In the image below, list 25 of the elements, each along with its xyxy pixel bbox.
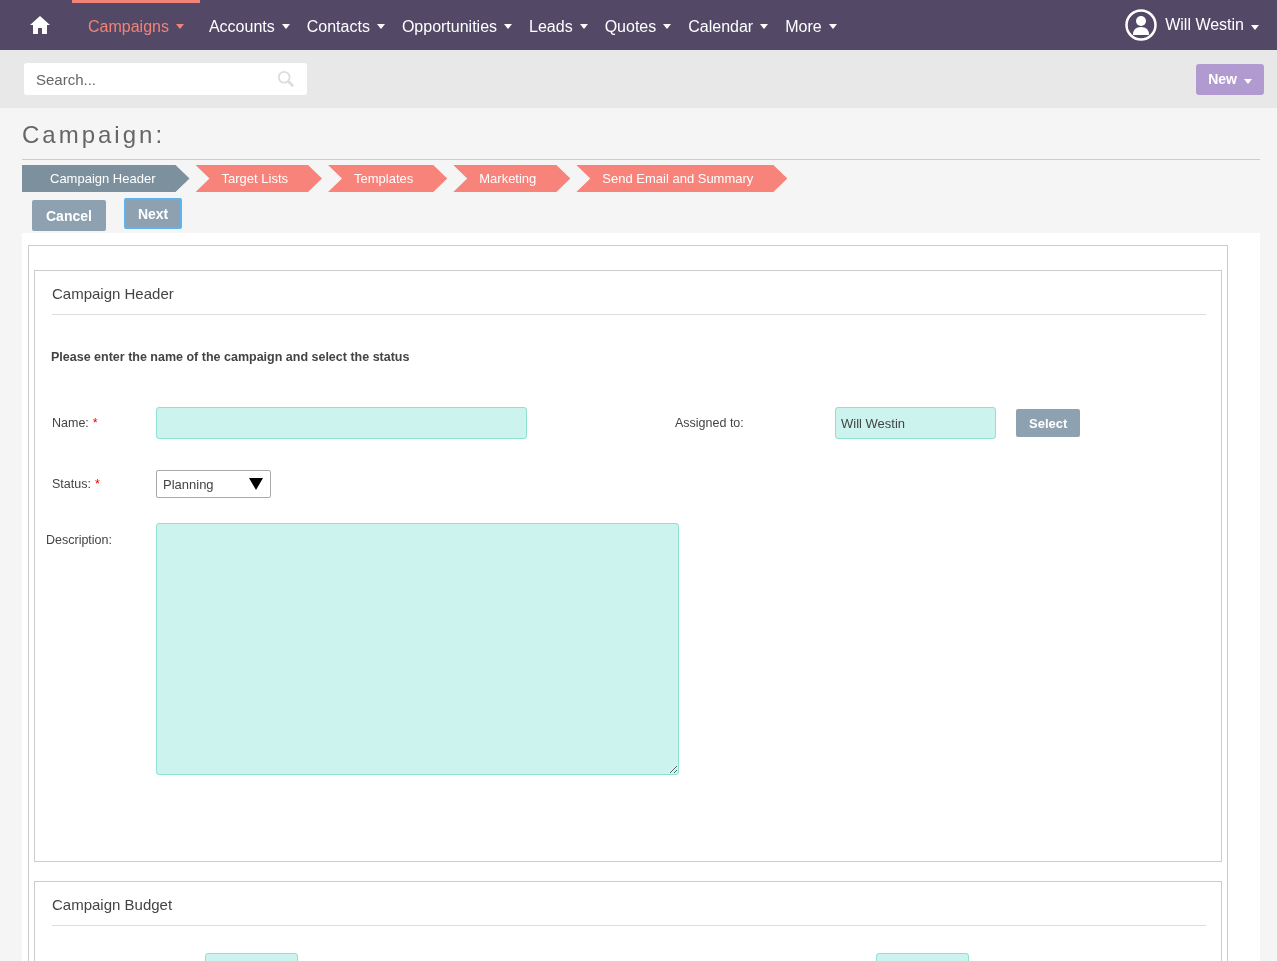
user-menu[interactable]: Will Westin <box>1165 16 1259 34</box>
home-icon[interactable] <box>30 16 50 34</box>
user-avatar-icon[interactable] <box>1125 9 1158 41</box>
status-dropdown[interactable]: Planning <box>156 470 271 498</box>
instructions-text: Please enter the name of the campaign and select the status <box>51 350 411 364</box>
field-label: Status: * <box>52 477 101 491</box>
field-label: Name: * <box>52 416 99 430</box>
caret-icon <box>249 478 263 490</box>
nav-menu-item[interactable]: More <box>777 0 845 50</box>
description-text-area[interactable] <box>156 523 679 775</box>
nav-menu-item[interactable]: Opportunities <box>393 0 521 50</box>
nav-menu-item[interactable]: Calendar <box>680 0 777 50</box>
nav-menu-item[interactable]: Leads <box>521 0 596 50</box>
nav-menu-item[interactable]: Quotes <box>596 0 680 50</box>
panel-title: Campaign Header <box>52 271 1206 315</box>
nav-menu-item[interactable]: Contacts <box>298 0 393 50</box>
assigned-to-input-field[interactable]: Will Westin <box>835 407 996 439</box>
name-input-field[interactable] <box>156 407 527 439</box>
field-label: Description: <box>46 533 113 547</box>
search-icon[interactable] <box>277 70 295 88</box>
nav-menu-item[interactable]: Accounts <box>200 0 298 50</box>
search-field[interactable]: Search... <box>24 63 307 95</box>
page-title: Campaign: <box>22 108 1260 160</box>
panel-title: Campaign Budget <box>52 882 1206 926</box>
field-label: Assigned to: <box>675 416 745 430</box>
